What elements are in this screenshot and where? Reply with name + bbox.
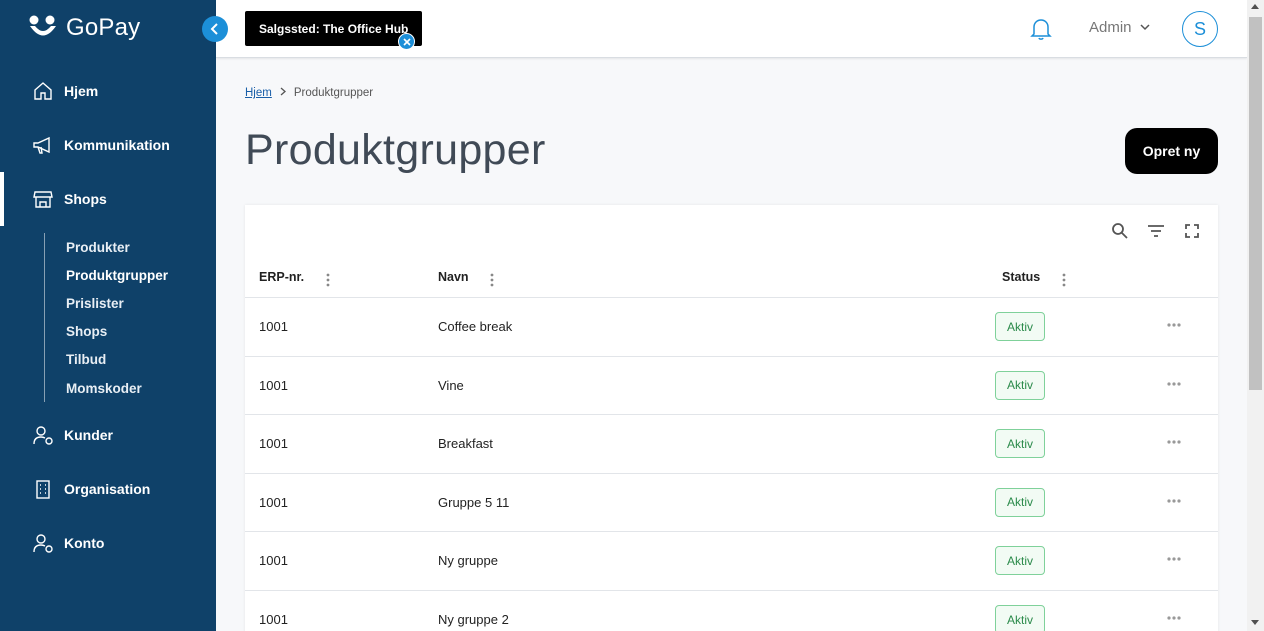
cell-erp: 1001 (259, 612, 288, 627)
scrollbar-thumb[interactable] (1249, 17, 1262, 390)
filter-icon[interactable] (1146, 221, 1166, 241)
user-menu[interactable]: Admin (1089, 19, 1150, 36)
table-toolbar (1110, 221, 1202, 241)
chevron-left-icon (210, 23, 218, 35)
page-title: Produktgrupper (245, 126, 546, 174)
sidebar-item-label: Organisation (64, 481, 151, 497)
cell-erp: 1001 (259, 494, 288, 510)
search-icon[interactable] (1110, 221, 1130, 241)
cell-name: Ny gruppe 2 (438, 612, 509, 627)
column-menu-icon[interactable] (490, 273, 494, 287)
collapse-sidebar-button[interactable] (202, 16, 228, 42)
store-chip-close-button[interactable] (398, 33, 415, 50)
column-header-navn[interactable]: Navn (438, 270, 469, 284)
bell-icon (1030, 19, 1052, 40)
status-badge: Aktiv (995, 605, 1045, 631)
sidebar: GoPay Hjem Kommunikation Shops Produkter… (0, 0, 216, 631)
notifications-button[interactable] (1030, 17, 1052, 46)
scroll-down-arrow-icon[interactable] (1251, 620, 1259, 625)
table-row[interactable]: 1001 Ny gruppe Aktiv (245, 532, 1218, 591)
sub-item-produkter[interactable]: Produkter (45, 233, 194, 261)
topbar: Salgssted: The Office Hub Admin S (216, 0, 1247, 58)
user-gear-icon (32, 424, 54, 446)
more-horizontal-icon[interactable] (1166, 498, 1182, 504)
avatar[interactable]: S (1182, 11, 1218, 47)
store-chip[interactable]: Salgssted: The Office Hub (245, 11, 423, 46)
building-icon (32, 478, 54, 500)
gopay-logo-icon (29, 15, 56, 36)
home-icon (32, 80, 54, 102)
cell-erp: 1001 (259, 436, 288, 452)
more-horizontal-icon[interactable] (1166, 439, 1182, 445)
more-horizontal-icon[interactable] (1166, 615, 1182, 621)
table-row[interactable]: 1001 Gruppe 5 11 Aktiv (245, 474, 1218, 533)
sidebar-item-kunder[interactable]: Kunder (0, 408, 216, 462)
sidebar-item-organisation[interactable]: Organisation (0, 462, 216, 516)
sidebar-item-hjem[interactable]: Hjem (0, 64, 216, 118)
product-groups-table: ERP-nr. Navn Status 1001 Coffee break Ak… (245, 205, 1218, 631)
brand-name: GoPay (66, 14, 141, 41)
more-horizontal-icon[interactable] (1166, 381, 1182, 387)
create-new-button[interactable]: Opret ny (1125, 128, 1218, 174)
page-scrollbar[interactable] (1247, 0, 1264, 631)
scroll-up-arrow-icon[interactable] (1251, 4, 1259, 9)
avatar-initial: S (1193, 18, 1206, 39)
sidebar-item-label: Kunder (64, 427, 113, 443)
more-horizontal-icon[interactable] (1166, 556, 1182, 562)
chevron-down-icon (1140, 24, 1150, 31)
sub-item-tilbud[interactable]: Tilbud (45, 346, 194, 374)
close-icon (402, 37, 411, 46)
sidebar-item-konto[interactable]: Konto (0, 516, 216, 570)
cell-erp: 1001 (259, 553, 288, 569)
column-header-status[interactable]: Status (1002, 270, 1040, 284)
fullscreen-icon[interactable] (1182, 221, 1202, 241)
shops-submenu: Produkter Produktgrupper Prislister Shop… (44, 233, 194, 403)
sub-item-prislister[interactable]: Prislister (45, 289, 194, 317)
cell-erp: 1001 (259, 319, 288, 334)
cell-name: Coffee break (438, 319, 513, 334)
status-badge: Aktiv (995, 546, 1045, 576)
store-icon (32, 188, 54, 210)
sidebar-item-label: Konto (64, 535, 105, 551)
cell-name: Gruppe 5 11 (438, 494, 510, 510)
column-menu-icon[interactable] (326, 273, 330, 287)
more-horizontal-icon[interactable] (1166, 322, 1182, 328)
cell-name: Breakfast (438, 436, 493, 452)
table-row[interactable]: 1001 Coffee break Aktiv (245, 298, 1218, 357)
sidebar-item-label: Kommunikation (64, 137, 170, 153)
table-row[interactable]: 1001 Vine Aktiv (245, 357, 1218, 416)
status-badge: Aktiv (995, 487, 1045, 517)
status-badge: Aktiv (995, 370, 1045, 400)
breadcrumb: Hjem Produktgrupper (245, 87, 373, 99)
user-gear-icon (32, 532, 54, 554)
sub-item-shops[interactable]: Shops (45, 318, 194, 346)
store-chip-label: Salgssted: The Office Hub (259, 21, 409, 36)
breadcrumb-current: Produktgrupper (293, 87, 374, 99)
status-badge: Aktiv (995, 429, 1045, 459)
cell-name: Vine (438, 377, 464, 393)
cell-erp: 1001 (259, 377, 288, 393)
logo[interactable]: GoPay (28, 14, 140, 42)
status-badge: Aktiv (995, 312, 1045, 341)
cell-name: Ny gruppe (438, 553, 498, 569)
megaphone-icon (32, 134, 54, 156)
breadcrumb-home-link[interactable]: Hjem (245, 87, 272, 99)
sidebar-item-shops[interactable]: Shops (0, 172, 216, 226)
sidebar-item-kommunikation[interactable]: Kommunikation (0, 118, 216, 172)
sub-item-produktgrupper[interactable]: Produktgrupper (45, 261, 194, 289)
table-header: ERP-nr. Navn Status (245, 261, 1218, 298)
sidebar-item-label: Hjem (64, 83, 99, 99)
sub-item-momskoder[interactable]: Momskoder (45, 374, 194, 402)
user-menu-label: Admin (1089, 19, 1132, 36)
table-row[interactable]: 1001 Breakfast Aktiv (245, 415, 1218, 474)
column-header-erp[interactable]: ERP-nr. (259, 270, 304, 284)
sidebar-item-label: Shops (64, 191, 107, 207)
chevron-right-icon (280, 87, 286, 99)
column-menu-icon[interactable] (1062, 273, 1066, 287)
table-row[interactable]: 1001 Ny gruppe 2 Aktiv (245, 591, 1218, 631)
